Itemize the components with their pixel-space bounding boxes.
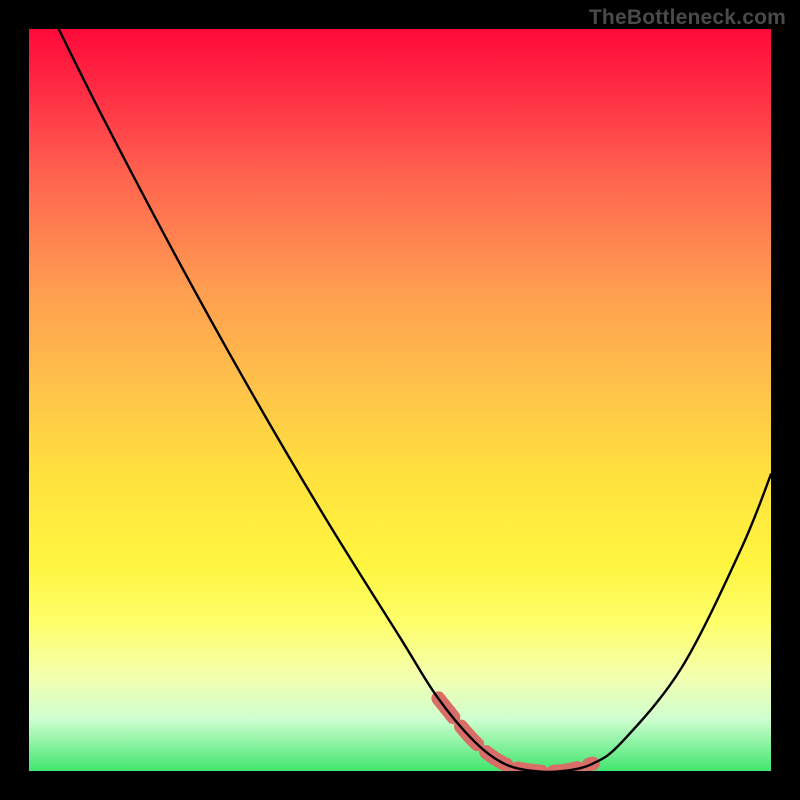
plot-area bbox=[29, 29, 771, 771]
watermark-text: TheBottleneck.com bbox=[589, 6, 786, 30]
curve-highlight-segment bbox=[437, 697, 593, 771]
chart-stage: TheBottleneck.com bbox=[0, 0, 800, 800]
curve-svg bbox=[29, 29, 771, 771]
bottleneck-curve-line bbox=[59, 29, 771, 771]
